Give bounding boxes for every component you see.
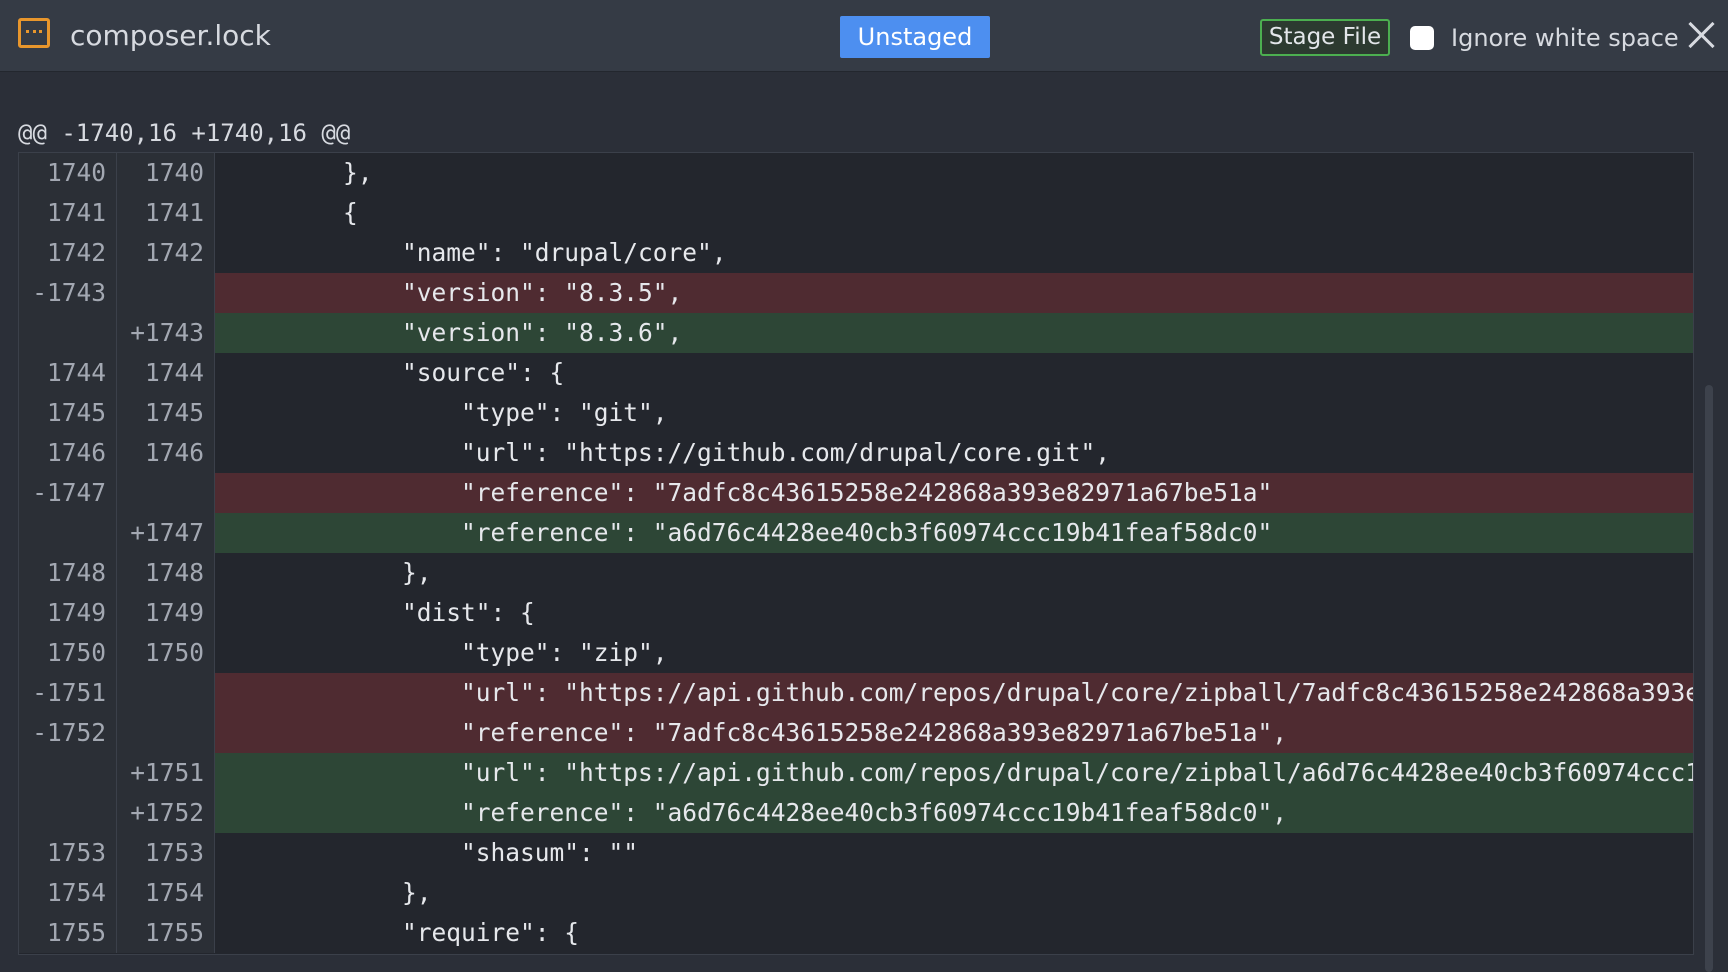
code-line: "dist": {: [225, 598, 535, 627]
code-line: "type": "zip",: [225, 638, 668, 667]
old-line-number: [19, 313, 117, 353]
new-line-number: [117, 273, 215, 313]
diff-row-context: 1748 1748 },: [19, 553, 1693, 593]
new-line-number: 1749: [117, 593, 215, 633]
file-icon: [18, 18, 50, 48]
code-line: "version": "8.3.5",: [215, 273, 1693, 313]
new-line-number: 1750: [117, 633, 215, 673]
diff-row-removed: -1743 "version": "8.3.5",: [19, 273, 1693, 313]
code-line: "version": "8.3.6",: [215, 313, 1693, 353]
new-line-number: 1740: [117, 153, 215, 193]
new-line-number: 1754: [117, 873, 215, 913]
ignore-whitespace-label[interactable]: Ignore white space: [1451, 20, 1679, 56]
old-line-number: 1755: [19, 913, 117, 953]
diff-row-context: 1742 1742 "name": "drupal/core",: [19, 233, 1693, 273]
title-bar: composer.lock Unstaged Stage File Ignore…: [0, 0, 1728, 72]
diff-row-context: 1741 1741 {: [19, 193, 1693, 233]
diff-table: 1740 1740 }, 1741 1741 {1742 1742 "name": "d…: [18, 152, 1694, 955]
code-line: "reference": "7adfc8c43615258e242868a393…: [215, 473, 1693, 513]
new-line-number: +1751: [117, 753, 215, 793]
new-line-number: +1747: [117, 513, 215, 553]
ignore-whitespace-checkbox[interactable]: [1410, 26, 1434, 50]
new-line-number: 1744: [117, 353, 215, 393]
diff-row-context: 1740 1740 },: [19, 153, 1693, 193]
old-line-number: 1746: [19, 433, 117, 473]
code-line: {: [225, 198, 358, 227]
diff-row-context: 1744 1744 "source": {: [19, 353, 1693, 393]
old-line-number: 1745: [19, 393, 117, 433]
code-line: "require": {: [225, 918, 580, 947]
new-line-number: 1745: [117, 393, 215, 433]
close-icon[interactable]: [1686, 20, 1716, 50]
old-line-number: [19, 753, 117, 793]
diff-row-removed: -1752 "reference": "7adfc8c43615258e2428…: [19, 713, 1693, 753]
hunk-header: @@ -1740,16 +1740,16 @@: [18, 119, 351, 147]
old-line-number: 1754: [19, 873, 117, 913]
diff-row-context: 1750 1750 "type": "zip",: [19, 633, 1693, 673]
old-line-number: 1742: [19, 233, 117, 273]
code-line: "url": "https://github.com/drupal/core.g…: [225, 438, 1111, 467]
code-line: "name": "drupal/core",: [225, 238, 727, 267]
diff-row-removed: -1747 "reference": "7adfc8c43615258e2428…: [19, 473, 1693, 513]
diff-row-context: 1754 1754 },: [19, 873, 1693, 913]
new-line-number: +1743: [117, 313, 215, 353]
new-line-number: [117, 473, 215, 513]
diff-row-context: 1749 1749 "dist": {: [19, 593, 1693, 633]
old-line-number: 1744: [19, 353, 117, 393]
new-line-number: 1748: [117, 553, 215, 593]
old-line-number: 1750: [19, 633, 117, 673]
old-line-number: 1741: [19, 193, 117, 233]
code-line: "source": {: [225, 358, 565, 387]
diff-row-added: +1747 "reference": "a6d76c4428ee40cb3f60…: [19, 513, 1693, 553]
diff-row-context: 1755 1755 "require": {: [19, 913, 1693, 953]
old-line-number: -1752: [19, 713, 117, 753]
new-line-number: [117, 713, 215, 753]
code-line: },: [225, 878, 432, 907]
old-line-number: 1753: [19, 833, 117, 873]
new-line-number: 1746: [117, 433, 215, 473]
stage-file-button[interactable]: Stage File: [1260, 19, 1390, 56]
code-line: "url": "https://api.github.com/repos/dru…: [215, 753, 1693, 793]
old-line-number: [19, 513, 117, 553]
code-line: "reference": "7adfc8c43615258e242868a393…: [215, 713, 1693, 753]
code-line: "reference": "a6d76c4428ee40cb3f60974ccc…: [215, 793, 1693, 833]
file-name: composer.lock: [70, 19, 271, 52]
new-line-number: 1753: [117, 833, 215, 873]
new-line-number: 1741: [117, 193, 215, 233]
diff-row-added: +1743 "version": "8.3.6",: [19, 313, 1693, 353]
old-line-number: 1748: [19, 553, 117, 593]
old-line-number: -1747: [19, 473, 117, 513]
old-line-number: -1751: [19, 673, 117, 713]
old-line-number: -1743: [19, 273, 117, 313]
diff-row-context: 1753 1753 "shasum": "": [19, 833, 1693, 873]
new-line-number: 1742: [117, 233, 215, 273]
code-line: "reference": "a6d76c4428ee40cb3f60974ccc…: [215, 513, 1693, 553]
diff-row-context: 1746 1746 "url": "https://github.com/drup…: [19, 433, 1693, 473]
code-line: "type": "git",: [225, 398, 668, 427]
unstaged-button[interactable]: Unstaged: [840, 16, 990, 58]
diff-row-added: +1751 "url": "https://api.github.com/rep…: [19, 753, 1693, 793]
old-line-number: 1749: [19, 593, 117, 633]
old-line-number: [19, 793, 117, 833]
code-line: "shasum": "": [225, 838, 639, 867]
new-line-number: 1755: [117, 913, 215, 953]
code-line: },: [225, 558, 432, 587]
code-line: "url": "https://api.github.com/repos/dru…: [215, 673, 1693, 713]
new-line-number: +1752: [117, 793, 215, 833]
diff-row-added: +1752 "reference": "a6d76c4428ee40cb3f60…: [19, 793, 1693, 833]
diff-row-context: 1745 1745 "type": "git",: [19, 393, 1693, 433]
diff-row-removed: -1751 "url": "https://api.github.com/rep…: [19, 673, 1693, 713]
code-line: },: [225, 158, 373, 187]
new-line-number: [117, 673, 215, 713]
old-line-number: 1740: [19, 153, 117, 193]
vertical-scrollbar[interactable]: [1705, 385, 1713, 972]
